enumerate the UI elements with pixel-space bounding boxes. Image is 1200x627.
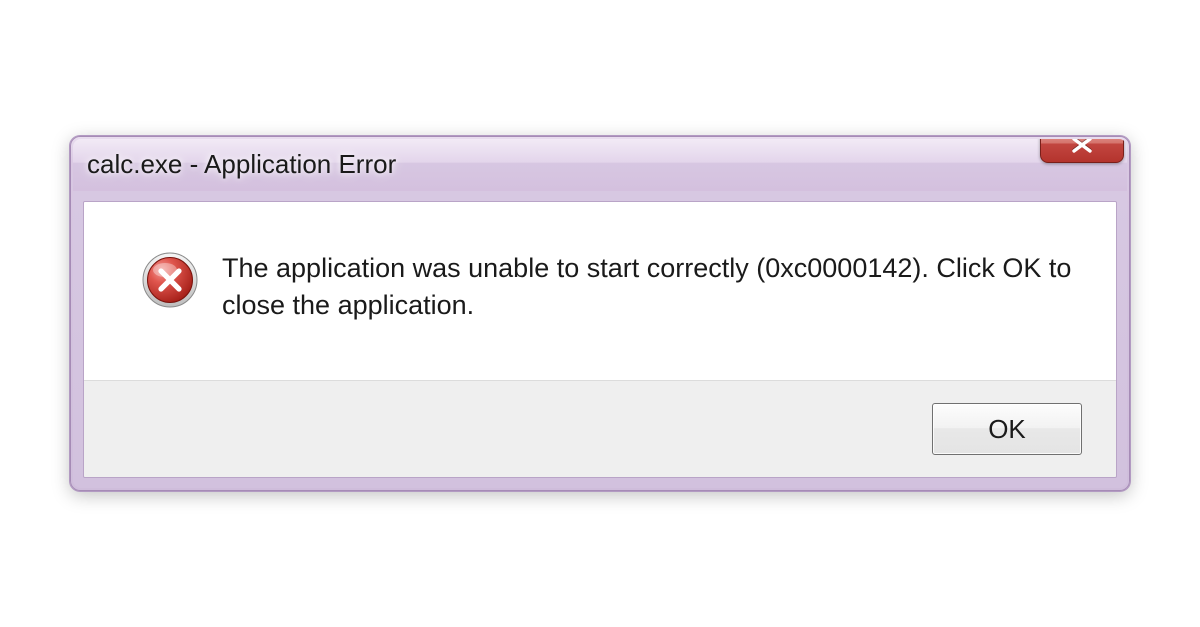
error-icon — [142, 252, 198, 308]
dialog-message: The application was unable to start corr… — [222, 250, 1074, 325]
close-button[interactable] — [1040, 139, 1124, 163]
titlebar[interactable]: calc.exe - Application Error — [73, 139, 1127, 191]
window-title: calc.exe - Application Error — [87, 149, 396, 180]
dialog-button-row: OK — [84, 380, 1116, 477]
dialog-body-frame: The application was unable to start corr… — [83, 201, 1117, 479]
error-dialog: calc.exe - Application Error — [70, 136, 1130, 492]
dialog-content: The application was unable to start corr… — [84, 202, 1116, 381]
close-icon — [1069, 139, 1095, 154]
dialog-body-outer: The application was unable to start corr… — [73, 191, 1127, 489]
dialog-inner: calc.exe - Application Error — [73, 139, 1127, 489]
ok-button[interactable]: OK — [932, 403, 1082, 455]
